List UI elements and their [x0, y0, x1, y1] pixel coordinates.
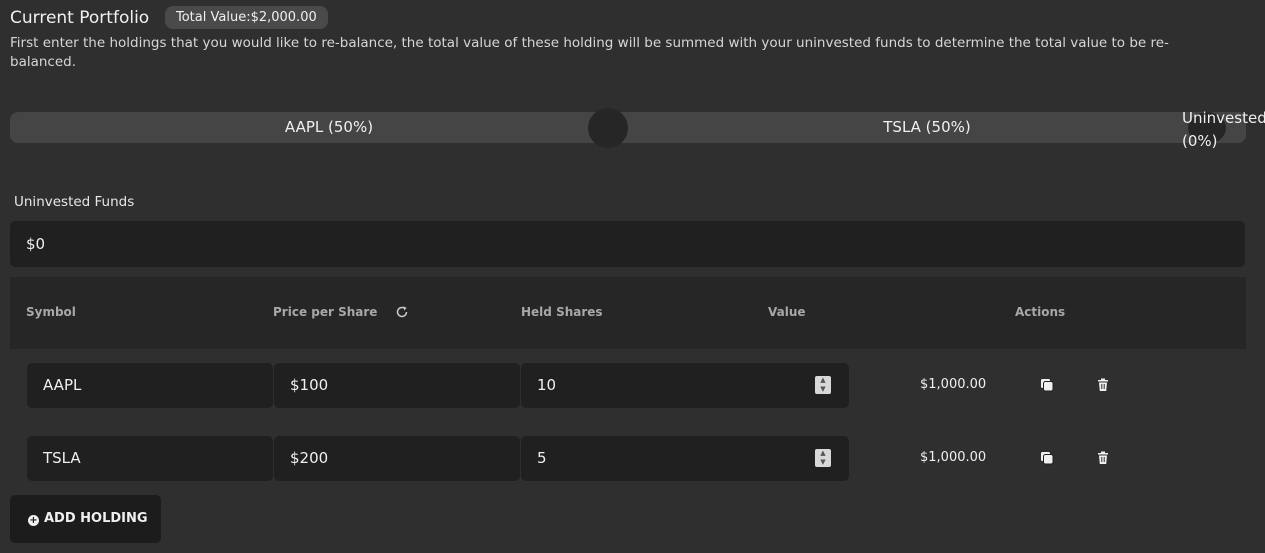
- slider-handle[interactable]: [588, 108, 628, 148]
- price-input[interactable]: $200: [274, 436, 520, 481]
- add-holding-button[interactable]: + ADD HOLDING: [10, 495, 161, 543]
- add-holding-label: ADD HOLDING: [44, 511, 148, 526]
- holding-value: $1,000.00: [920, 377, 987, 392]
- shares-input[interactable]: 5: [521, 436, 849, 481]
- slider-segment-uninvested-label: Uninvested: [1182, 109, 1265, 127]
- holding-value: $1,000.00: [920, 450, 987, 465]
- column-header-value: Value: [768, 305, 806, 319]
- symbol-input[interactable]: AAPL: [27, 363, 273, 408]
- symbol-input[interactable]: TSLA: [27, 436, 273, 481]
- uninvested-funds-input[interactable]: [10, 221, 1245, 267]
- shares-input[interactable]: 10: [521, 363, 849, 408]
- shares-stepper[interactable]: ▲ ▼: [815, 376, 831, 394]
- slider-segment-tsla: TSLA (50%): [883, 118, 971, 136]
- copy-icon[interactable]: [1040, 451, 1054, 465]
- column-header-actions: Actions: [1015, 305, 1066, 319]
- trash-icon[interactable]: [1096, 451, 1110, 465]
- instructions-text: First enter the holdings that you would …: [10, 35, 1169, 70]
- slider-segment-aapl: AAPL (50%): [284, 118, 374, 136]
- slider-segment-uninvested-percent: (0%): [1182, 132, 1218, 150]
- column-header-shares: Held Shares: [521, 305, 603, 319]
- refresh-icon[interactable]: [395, 305, 409, 319]
- column-header-symbol: Symbol: [26, 305, 76, 319]
- price-input[interactable]: $100: [274, 363, 520, 408]
- column-header-price: Price per Share: [273, 305, 378, 319]
- slider-segment-uninvested: Uninvested (0%): [1182, 107, 1265, 153]
- trash-icon[interactable]: [1096, 378, 1110, 392]
- uninvested-funds-label: Uninvested Funds: [14, 194, 135, 210]
- page-title: Current Portfolio: [10, 8, 150, 28]
- total-value-badge: Total Value:$2,000.00: [165, 6, 328, 29]
- shares-stepper[interactable]: ▲ ▼: [815, 449, 831, 467]
- plus-circle-icon: +: [28, 515, 39, 526]
- copy-icon[interactable]: [1040, 378, 1054, 392]
